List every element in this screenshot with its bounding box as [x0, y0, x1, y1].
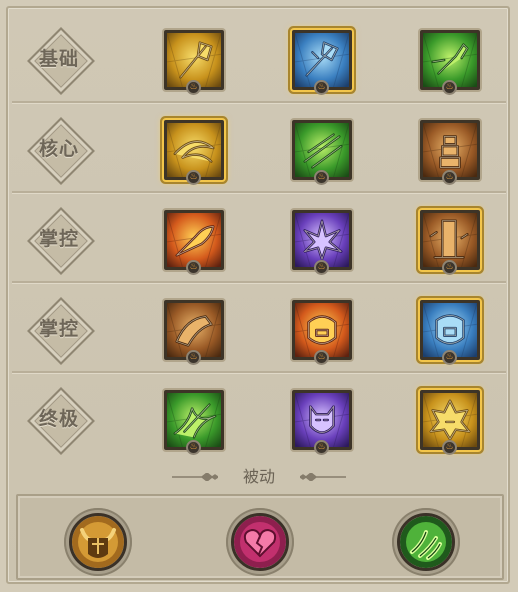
- skill-slot[interactable]: ♨: [162, 208, 226, 276]
- passive-orb: [397, 513, 455, 571]
- skill-gem-icon: ♨: [186, 260, 201, 275]
- tier-divider: [12, 191, 506, 193]
- tier-badge: 核心: [26, 116, 95, 185]
- skill-gem-icon: ♨: [314, 350, 329, 365]
- ice-axe-icon: [295, 33, 349, 87]
- arcane-demon-icon: [295, 393, 349, 447]
- skill-gem-icon: ♨: [442, 440, 457, 455]
- earth-pillar-icon: [423, 213, 477, 267]
- tier-badge: 终极: [26, 386, 95, 455]
- skill-slot[interactable]: ♨: [418, 298, 482, 366]
- skill-slot[interactable]: ♨: [162, 28, 226, 96]
- ornament-right-icon: [300, 473, 346, 481]
- skill-slot[interactable]: ♨: [290, 208, 354, 276]
- golden-axe-icon: [167, 33, 221, 87]
- passive-slot[interactable]: [226, 508, 294, 576]
- skill-gem-icon: ♨: [442, 260, 457, 275]
- skill-gem-icon: ♨: [186, 440, 201, 455]
- skill-gem-icon: ♨: [442, 350, 457, 365]
- passive-orb: [69, 513, 127, 571]
- skill-slot[interactable]: ♨: [162, 298, 226, 366]
- skill-gem-icon: ♨: [314, 260, 329, 275]
- tier-label: 掌控: [38, 228, 79, 250]
- earth-strike-icon: [167, 303, 221, 357]
- tier-badge: 基础: [26, 26, 95, 95]
- tier-badge: 掌控: [26, 296, 95, 365]
- skill-slot[interactable]: ♨: [290, 298, 354, 366]
- skill-slot[interactable]: ♨: [418, 388, 482, 456]
- passive-title: 被动: [242, 467, 275, 486]
- earth-totem-icon: [423, 123, 477, 177]
- skill-slot[interactable]: ♨: [418, 208, 482, 276]
- tier-divider: [12, 281, 506, 283]
- green-slash-icon: [295, 123, 349, 177]
- skill-slot[interactable]: ♨: [162, 388, 226, 456]
- skill-gem-icon: ♨: [314, 440, 329, 455]
- green-cyclone-icon: [167, 393, 221, 447]
- skill-slot[interactable]: ♨: [290, 118, 354, 186]
- green-claw-icon: [400, 516, 452, 568]
- tier-divider: [12, 101, 506, 103]
- skill-slot[interactable]: ♨: [290, 28, 354, 96]
- tier-label: 基础: [38, 48, 79, 70]
- tier-divider: [12, 371, 506, 373]
- passive-slot[interactable]: [64, 508, 132, 576]
- golden-whirlwind-icon: [167, 123, 221, 177]
- ornament-left-icon: [172, 473, 218, 481]
- skill-slot[interactable]: ♨: [290, 388, 354, 456]
- broken-heart-icon: [234, 516, 286, 568]
- tier-label: 掌控: [38, 318, 79, 340]
- passive-orb: [231, 513, 289, 571]
- tier-label: 终极: [38, 408, 79, 430]
- fire-dash-icon: [167, 213, 221, 267]
- skill-gem-icon: ♨: [314, 80, 329, 95]
- arcane-burst-icon: [295, 213, 349, 267]
- passive-slot[interactable]: [392, 508, 460, 576]
- skill-slot[interactable]: ♨: [418, 118, 482, 186]
- skill-slot[interactable]: ♨: [162, 118, 226, 186]
- skill-gem-icon: ♨: [186, 80, 201, 95]
- green-gauntlet-icon: [423, 33, 477, 87]
- skill-gem-icon: ♨: [442, 80, 457, 95]
- passive-header: 被动: [0, 464, 518, 490]
- skill-gem-icon: ♨: [314, 170, 329, 185]
- skill-gem-icon: ♨: [186, 170, 201, 185]
- horned-helmet-icon: [72, 516, 124, 568]
- tier-label: 核心: [38, 138, 79, 160]
- tier-badge: 掌控: [26, 206, 95, 275]
- ice-roar-icon: [423, 303, 477, 357]
- skill-gem-icon: ♨: [186, 350, 201, 365]
- golden-avatar-icon: [423, 393, 477, 447]
- skill-slot[interactable]: ♨: [418, 28, 482, 96]
- fire-roar-icon: [295, 303, 349, 357]
- skill-gem-icon: ♨: [442, 170, 457, 185]
